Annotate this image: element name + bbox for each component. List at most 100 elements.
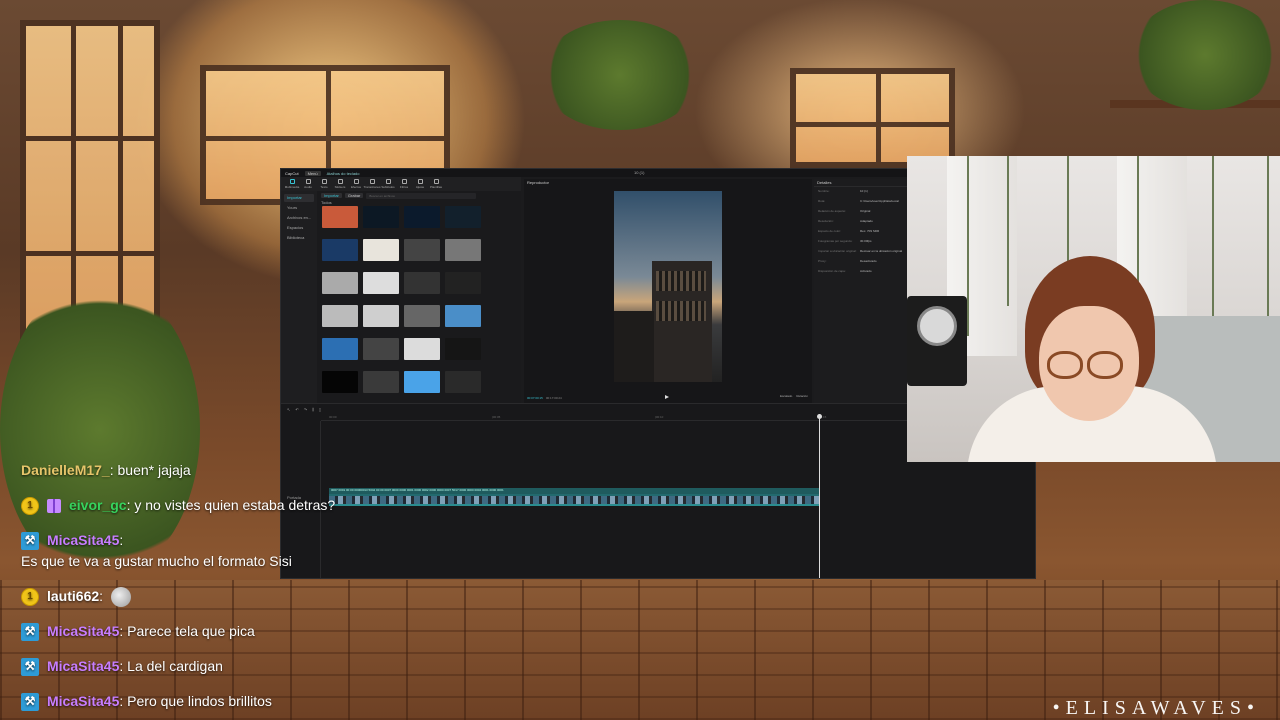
player-time-current: 00:07:00:15 (527, 395, 543, 400)
toolbar-tab[interactable]: Subtítulos (381, 178, 395, 190)
ruler-tick: |00:05 (492, 415, 501, 419)
media-thumbnail[interactable] (445, 239, 481, 272)
chat-text: buen* jajaja (117, 462, 191, 478)
media-thumbnail[interactable] (322, 371, 358, 404)
media-thumbnail[interactable] (445, 272, 481, 305)
details-key: Disposición de capa: (818, 269, 846, 273)
chat-username[interactable]: MicaSita45 (47, 656, 119, 677)
player-panel: Reproductor 00:07:00:15 00:17:00:24 Esca… (524, 179, 812, 403)
details-value: 30.00fps (860, 239, 872, 243)
toolbar-tab-label: Stickers (334, 185, 346, 189)
toolbar-tab[interactable]: Audio (301, 178, 315, 190)
details-value: 10 (1) (860, 189, 868, 193)
details-value: Desactivado (860, 259, 877, 263)
chat-username[interactable]: MicaSita45 (47, 530, 119, 551)
media-thumbnail[interactable] (445, 371, 481, 404)
import-chip[interactable]: Importar (321, 193, 342, 198)
media-thumbnail[interactable] (322, 338, 358, 371)
sidebar-item[interactable]: Archivos en... (284, 214, 314, 222)
media-grid (317, 206, 521, 404)
details-value: Activado (860, 269, 872, 273)
toolbar-tab-icon (353, 179, 359, 184)
record-chip[interactable]: Grabar (344, 193, 364, 198)
chat-text: Es que te va a gustar mucho el formato S… (21, 553, 292, 569)
media-thumbnail[interactable] (445, 338, 481, 371)
toolbar-tab[interactable]: Efectos (349, 178, 363, 190)
media-thumbnail[interactable] (322, 272, 358, 305)
redo-icon[interactable]: ↷ (304, 407, 307, 412)
toolbar-tab-label: Ajuste (415, 185, 425, 189)
toolbar-tab-label: Subtítulos (381, 185, 395, 189)
play-icon[interactable] (665, 395, 669, 399)
chat-message: DanielleM17_: buen* jajaja (21, 460, 361, 481)
toolbar-tab[interactable]: Multimedia (285, 178, 299, 190)
media-thumbnail[interactable] (363, 206, 399, 239)
media-thumbnail[interactable] (322, 239, 358, 272)
details-key: Fotogramas por segundo: (818, 239, 853, 243)
media-thumbnail-image (445, 272, 481, 294)
cat-emote-icon (110, 586, 131, 607)
media-thumbnail-image (363, 338, 399, 360)
media-thumbnail[interactable] (322, 206, 358, 239)
chat-separator: : (119, 658, 128, 674)
toolbar-tab[interactable]: Stickers (333, 178, 347, 190)
timeline-playhead[interactable] (817, 414, 822, 578)
media-thumbnail[interactable] (363, 239, 399, 272)
sidebar-item[interactable]: Espacios (284, 224, 314, 232)
player-options: Escalado Relación (780, 394, 808, 398)
sidebar-item[interactable]: Importar (284, 194, 314, 202)
video-preview[interactable] (614, 191, 722, 382)
media-thumbnail[interactable] (404, 272, 440, 305)
sidebar-item[interactable]: Yours (284, 204, 314, 212)
media-thumbnail[interactable] (363, 272, 399, 305)
chat-message: ⚒ MicaSita45: Es que te va a gustar mucho… (21, 530, 361, 572)
sidebar-item[interactable]: Biblioteca (284, 234, 314, 242)
toolbar-tab[interactable]: Plantillas (429, 178, 443, 190)
chat-username[interactable]: MicaSita45 (47, 691, 119, 712)
menu-button[interactable]: Menú (304, 170, 321, 176)
window-title: 10 (1) (634, 170, 645, 175)
undo-icon[interactable]: ↶ (295, 407, 298, 412)
delete-icon[interactable]: ▯ (319, 407, 321, 412)
chat-username[interactable]: MicaSita45 (47, 621, 119, 642)
media-thumbnail[interactable] (404, 206, 440, 239)
toolbar-tab-icon (305, 179, 311, 184)
video-track-clip[interactable] (329, 494, 819, 506)
media-thumbnail[interactable] (445, 206, 481, 239)
media-thumbnail[interactable] (404, 305, 440, 338)
media-header: Importar Grabar Buscar en archivos (317, 191, 521, 200)
media-thumbnail[interactable] (445, 305, 481, 338)
media-thumbnail[interactable] (322, 305, 358, 338)
media-search-input[interactable]: Buscar en archivos (366, 192, 477, 199)
chat-message: ⚒ MicaSita45: Parece tela que pica (21, 621, 361, 642)
ratio-button[interactable]: Relación (796, 394, 808, 398)
project-name[interactable]: Atalhos do teclado (327, 171, 360, 176)
toolbar-tab-icon (433, 179, 439, 184)
player-controls: 00:07:00:15 00:17:00:24 Escalado Relació… (524, 392, 812, 403)
media-thumbnail[interactable] (404, 371, 440, 404)
media-thumbnail[interactable] (363, 305, 399, 338)
split-icon[interactable]: ⫼ (312, 407, 314, 412)
select-icon[interactable]: ↖ (287, 407, 290, 412)
toolbar-tab[interactable]: Texto (317, 178, 331, 190)
toolbar-tab[interactable]: Ajuste (413, 178, 427, 190)
editor-toolbar: Multimedia Audio Texto Stickers Efectos Trans… (281, 177, 521, 191)
media-thumbnail[interactable] (404, 338, 440, 371)
toolbar-tab-label: Transiciones (363, 185, 381, 189)
media-thumbnail[interactable] (363, 338, 399, 371)
chat-username[interactable]: eivor_gc (69, 495, 127, 516)
media-thumbnail[interactable] (404, 239, 440, 272)
chat-message: 1 eivor_gc: y no vistes quien estaba detr… (21, 495, 361, 516)
chat-username[interactable]: DanielleM17_ (21, 460, 110, 481)
chat-username[interactable]: lauti662 (47, 586, 99, 607)
player-time-total: 00:17:00:24 (545, 395, 562, 400)
toolbar-tab[interactable]: Transiciones (363, 178, 381, 190)
toolbar-tab[interactable]: Filtros (397, 178, 411, 190)
chat-separator: : (109, 462, 118, 478)
media-thumbnail-image (322, 371, 358, 393)
media-thumbnail-image (445, 206, 481, 228)
chat-message: ⚒ MicaSita45: Pero que lindos brillitos (21, 691, 361, 712)
scale-button[interactable]: Escalado (780, 394, 792, 398)
toolbar-tab-label: Filtros (399, 185, 409, 189)
media-thumbnail[interactable] (363, 371, 399, 404)
